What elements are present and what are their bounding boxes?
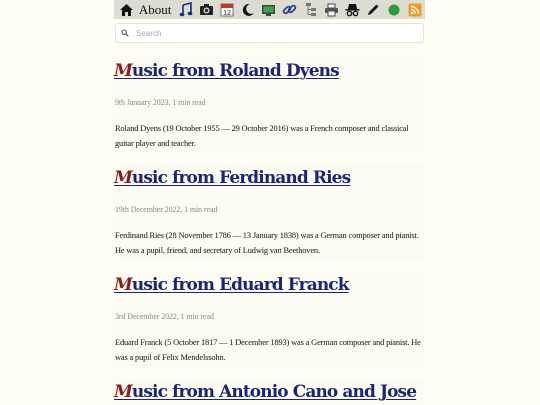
post-card: Music from Ferdinand Ries 19th December … [114, 165, 425, 259]
post-title: Music from Eduard Franck [114, 272, 425, 298]
post-summary: Eduard Franck (5 October 1817 — 1 Decemb… [115, 338, 421, 362]
post-card: Music from Antonio Cano and Jose [114, 379, 425, 405]
post-title-link[interactable]: Music from Eduard Franck [114, 275, 350, 295]
post-title-text: usic from Ferdinand Ries [131, 168, 351, 188]
svg-text:12: 12 [223, 10, 231, 17]
post-meta: 19th December 2022, 1 min read [115, 205, 218, 214]
post-title-text: usic from Antonio Cano and Jose [131, 382, 417, 402]
top-navbar: About 12 [114, 0, 425, 19]
dropcap: M [114, 382, 133, 402]
post-summary: Ferdinand Ries (28 November 1786 — 13 Ja… [115, 231, 419, 255]
search-icon [116, 29, 134, 37]
home-icon[interactable] [116, 0, 137, 19]
post-summary: Roland Dyens (19 October 1955 — 29 Octob… [115, 124, 409, 148]
incognito-icon[interactable] [342, 0, 363, 19]
post-title-text: usic from Eduard Franck [131, 275, 350, 295]
search-input[interactable] [136, 28, 406, 38]
post-meta: 3rd December 2022, 1 min read [115, 312, 214, 321]
post-title-link[interactable]: Music from Antonio Cano and Jose [114, 382, 417, 402]
tv-icon[interactable] [259, 0, 280, 19]
link-icon[interactable] [279, 0, 300, 19]
post-meta: 9th January 2023, 1 min read [115, 98, 206, 107]
post-title-link[interactable]: Music from Ferdinand Ries [114, 168, 351, 188]
post-card: Music from Eduard Franck 3rd December 20… [114, 272, 425, 366]
music-note-icon[interactable] [175, 0, 196, 19]
moon-icon[interactable] [238, 0, 259, 19]
post-title: Music from Antonio Cano and Jose [114, 379, 425, 405]
rss-icon[interactable] [404, 0, 425, 19]
post-title-text: usic from Roland Dyens [131, 61, 340, 81]
post-title: Music from Ferdinand Ries [114, 165, 425, 191]
post-title: Music from Roland Dyens [114, 58, 425, 84]
green-dot-icon[interactable] [383, 0, 404, 19]
post-title-link[interactable]: Music from Roland Dyens [114, 61, 340, 81]
calendar-icon[interactable]: 12 [217, 0, 238, 19]
dropcap: M [114, 275, 133, 295]
dropcap: M [114, 61, 133, 81]
pen-icon[interactable] [363, 0, 384, 19]
about-link[interactable]: About [137, 0, 176, 19]
camera-icon[interactable] [196, 0, 217, 19]
printer-icon[interactable] [321, 0, 342, 19]
tree-icon[interactable] [300, 0, 321, 19]
dropcap: M [114, 168, 133, 188]
post-card: Music from Roland Dyens 9th January 2023… [114, 58, 425, 152]
search-box [115, 23, 424, 43]
